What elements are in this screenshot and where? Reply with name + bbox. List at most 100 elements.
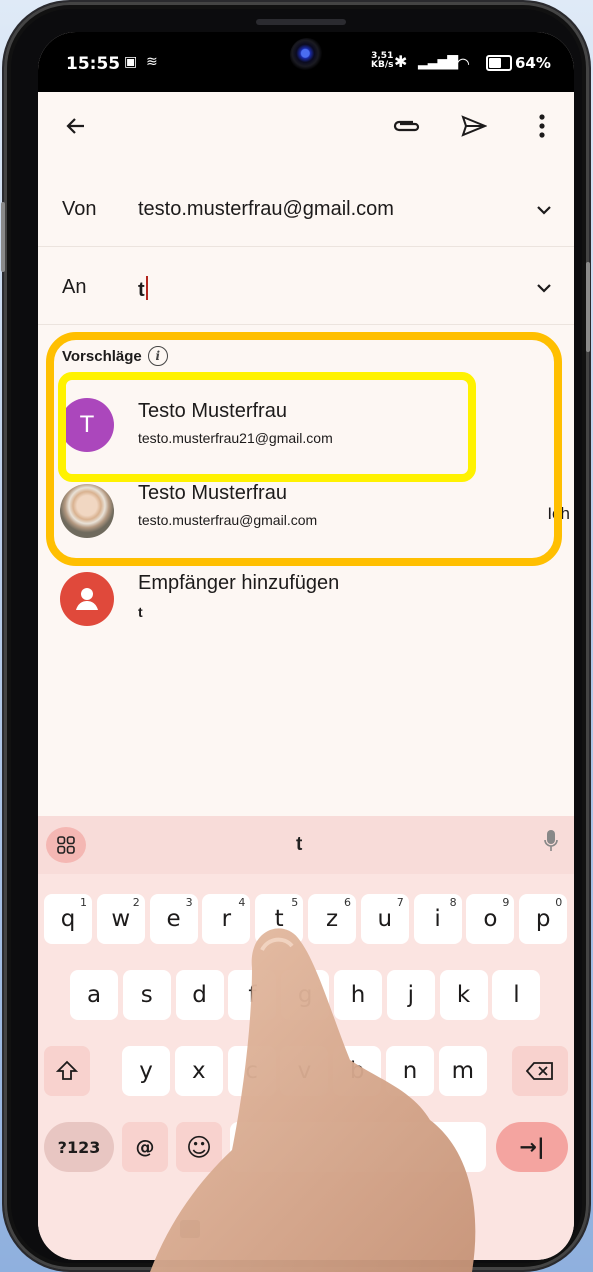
key-g[interactable]: g [281, 970, 330, 1020]
earpiece [256, 19, 346, 25]
emoji-key[interactable]: ☺ [176, 1122, 222, 1172]
microphone-icon[interactable] [544, 830, 558, 852]
more-vert-icon [539, 114, 545, 138]
key-label: x [191, 1058, 206, 1084]
key-label: p [535, 906, 551, 932]
key-p[interactable]: p0 [519, 894, 568, 944]
key-hint-number: 3 [185, 896, 193, 909]
key-i[interactable]: i8 [413, 894, 462, 944]
keyboard-menu-button[interactable] [46, 827, 86, 863]
network-speed: 3,51 KB/s [371, 52, 393, 70]
key-m[interactable]: m [438, 1046, 487, 1096]
enter-key[interactable]: →| [496, 1122, 568, 1172]
key-hint-number: 1 [80, 896, 87, 909]
phone-frame: 15:55 ▣ ≋ 3,51 KB/s ✱ ▂▃▅▇ ◠ 64% Von tes… [1, 2, 590, 1270]
key-y[interactable]: y [122, 1046, 170, 1096]
key-label: t [274, 906, 284, 932]
key-c[interactable]: c [227, 1046, 276, 1096]
contact-email: testo.musterfrau21@gmail.com [138, 430, 333, 446]
from-value: testo.musterfrau@gmail.com [138, 198, 394, 220]
key-label: f [248, 982, 257, 1008]
network-speed-unit: KB/s [371, 60, 394, 70]
to-field[interactable]: An t [38, 252, 574, 325]
key-d[interactable]: d [175, 970, 224, 1020]
keyboard-suggestion[interactable]: t [296, 834, 302, 856]
key-x[interactable]: x [174, 1046, 223, 1096]
key-l[interactable]: l [492, 970, 541, 1020]
chevron-down-icon[interactable] [530, 196, 558, 224]
suggestion-item[interactable]: Testo Musterfrau testo.musterfrau@gmail.… [38, 472, 574, 552]
key-s[interactable]: s [122, 970, 171, 1020]
side-button [1, 202, 5, 272]
key-label: r [221, 906, 232, 932]
self-tag: Ich [547, 504, 570, 523]
tab-forward-icon: →| [519, 1135, 545, 1159]
contact-name: Testo Musterfrau [138, 400, 287, 422]
layers-icon: ≋ [146, 54, 158, 70]
key-j[interactable]: j [386, 970, 435, 1020]
to-input[interactable]: t [138, 276, 148, 302]
key-hint-number: 7 [396, 896, 404, 909]
send-button[interactable] [454, 106, 494, 146]
keyboard-suggestion-bar: t [38, 816, 574, 874]
key-a[interactable]: a [70, 970, 118, 1020]
space-key[interactable] [230, 1122, 486, 1172]
key-label: s [140, 982, 153, 1008]
key-n[interactable]: n [386, 1046, 434, 1096]
more-options-button[interactable] [522, 106, 562, 146]
symbols-key[interactable]: ?123 [44, 1122, 114, 1172]
key-r[interactable]: r4 [202, 894, 251, 944]
key-f[interactable]: f [228, 970, 277, 1020]
notification-icon: ▣ [124, 54, 138, 70]
backspace-key[interactable] [512, 1046, 568, 1096]
key-label: g [297, 982, 313, 1008]
key-b[interactable]: b [333, 1046, 382, 1096]
suggestions-heading-text: Vorschläge [62, 347, 142, 365]
side-button [586, 262, 590, 352]
from-label: Von [62, 198, 97, 220]
contact-name: Testo Musterfrau [138, 482, 287, 504]
attach-button[interactable] [386, 106, 426, 146]
add-recipient-item[interactable]: Empfänger hinzufügen t [38, 560, 574, 640]
from-field[interactable]: Von testo.musterfrau@gmail.com [38, 174, 574, 247]
keyboard: t q1w2e3r4t5z6u7i8o9p0 asdfghjkl yxcvbnm… [38, 816, 574, 1260]
backspace-icon [526, 1062, 553, 1080]
back-button[interactable] [56, 106, 96, 146]
key-t[interactable]: t5 [255, 894, 304, 944]
key-q[interactable]: q1 [44, 894, 92, 944]
key-label: u [377, 906, 393, 932]
key-h[interactable]: h [334, 970, 382, 1020]
battery-percent: 64% [515, 54, 551, 72]
key-label: z [325, 906, 339, 932]
shift-icon [56, 1060, 78, 1080]
chevron-down-icon[interactable] [530, 274, 558, 302]
key-label: o [483, 906, 498, 932]
key-k[interactable]: k [439, 970, 488, 1020]
to-input-text: t [138, 279, 145, 301]
key-z[interactable]: z6 [308, 894, 356, 944]
signal-icon: ▂▃▅▇ [418, 54, 458, 70]
shift-key[interactable] [44, 1046, 90, 1096]
key-label: j [407, 982, 414, 1008]
key-e[interactable]: e3 [149, 894, 198, 944]
person-icon [60, 572, 114, 626]
text-cursor [145, 276, 148, 300]
at-key[interactable]: @ [122, 1122, 168, 1172]
key-v[interactable]: v [280, 1046, 329, 1096]
key-label: e [166, 906, 181, 932]
suggestion-item[interactable]: T Testo Musterfrau testo.musterfrau21@gm… [38, 384, 574, 464]
key-hint-number: 5 [291, 896, 299, 909]
nav-home-button[interactable] [180, 1220, 200, 1238]
key-label: y [139, 1058, 153, 1084]
key-label: i [434, 906, 441, 932]
key-o[interactable]: o9 [466, 894, 515, 944]
key-u[interactable]: u7 [360, 894, 409, 944]
key-label: l [513, 982, 520, 1008]
info-icon[interactable]: i [147, 346, 168, 366]
symbols-key-label: ?123 [57, 1137, 101, 1157]
key-hint-number: 4 [238, 896, 246, 909]
key-hint-number: 2 [132, 896, 140, 909]
key-w[interactable]: w2 [96, 894, 145, 944]
bluetooth-icon: ✱ [394, 52, 408, 71]
screen: 15:55 ▣ ≋ 3,51 KB/s ✱ ▂▃▅▇ ◠ 64% Von tes… [38, 32, 574, 1260]
